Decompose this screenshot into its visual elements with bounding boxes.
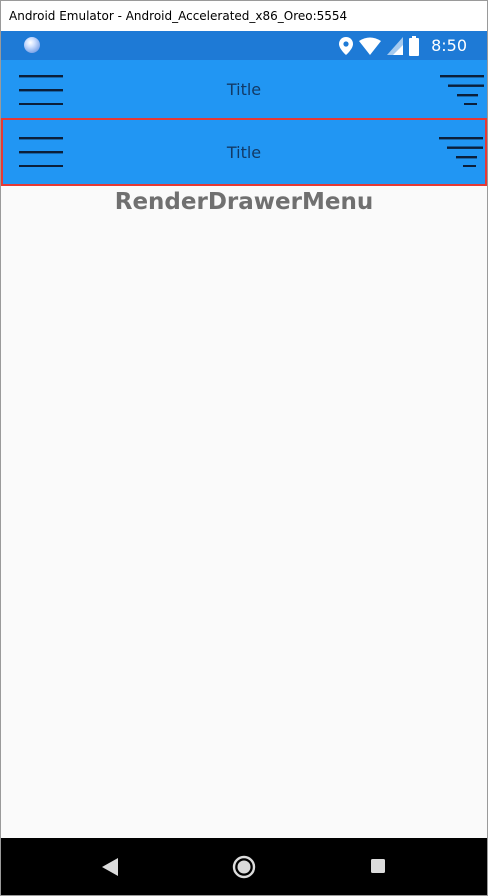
location-icon [339,36,354,55]
status-icons: 8:50 [339,31,467,60]
window-title: Android Emulator - Android_Accelerated_x… [9,9,348,23]
battery-icon [409,35,420,56]
hamburger-menu-icon[interactable] [19,74,63,105]
app-bar-1: Title [1,60,487,119]
navigation-bar [1,838,487,895]
wifi-icon [359,37,382,55]
app-bar-2: Title [1,118,487,186]
page-heading: RenderDrawerMenu [114,189,374,215]
back-icon[interactable] [102,858,118,876]
filter-icon[interactable] [440,74,484,105]
notification-dot-icon [24,37,40,53]
signal-icon [387,36,404,55]
window-titlebar: Android Emulator - Android_Accelerated_x… [1,1,487,31]
home-icon[interactable] [232,855,256,879]
emulator-window: Android Emulator - Android_Accelerated_x… [0,0,488,896]
app-bar-title: Title [226,80,262,99]
recents-icon[interactable] [371,859,385,873]
filter-icon[interactable] [439,137,483,167]
app-bar-title: Title [226,142,262,162]
status-time: 8:50 [431,36,467,55]
status-bar: 8:50 [1,31,487,60]
hamburger-menu-icon[interactable] [19,137,63,167]
